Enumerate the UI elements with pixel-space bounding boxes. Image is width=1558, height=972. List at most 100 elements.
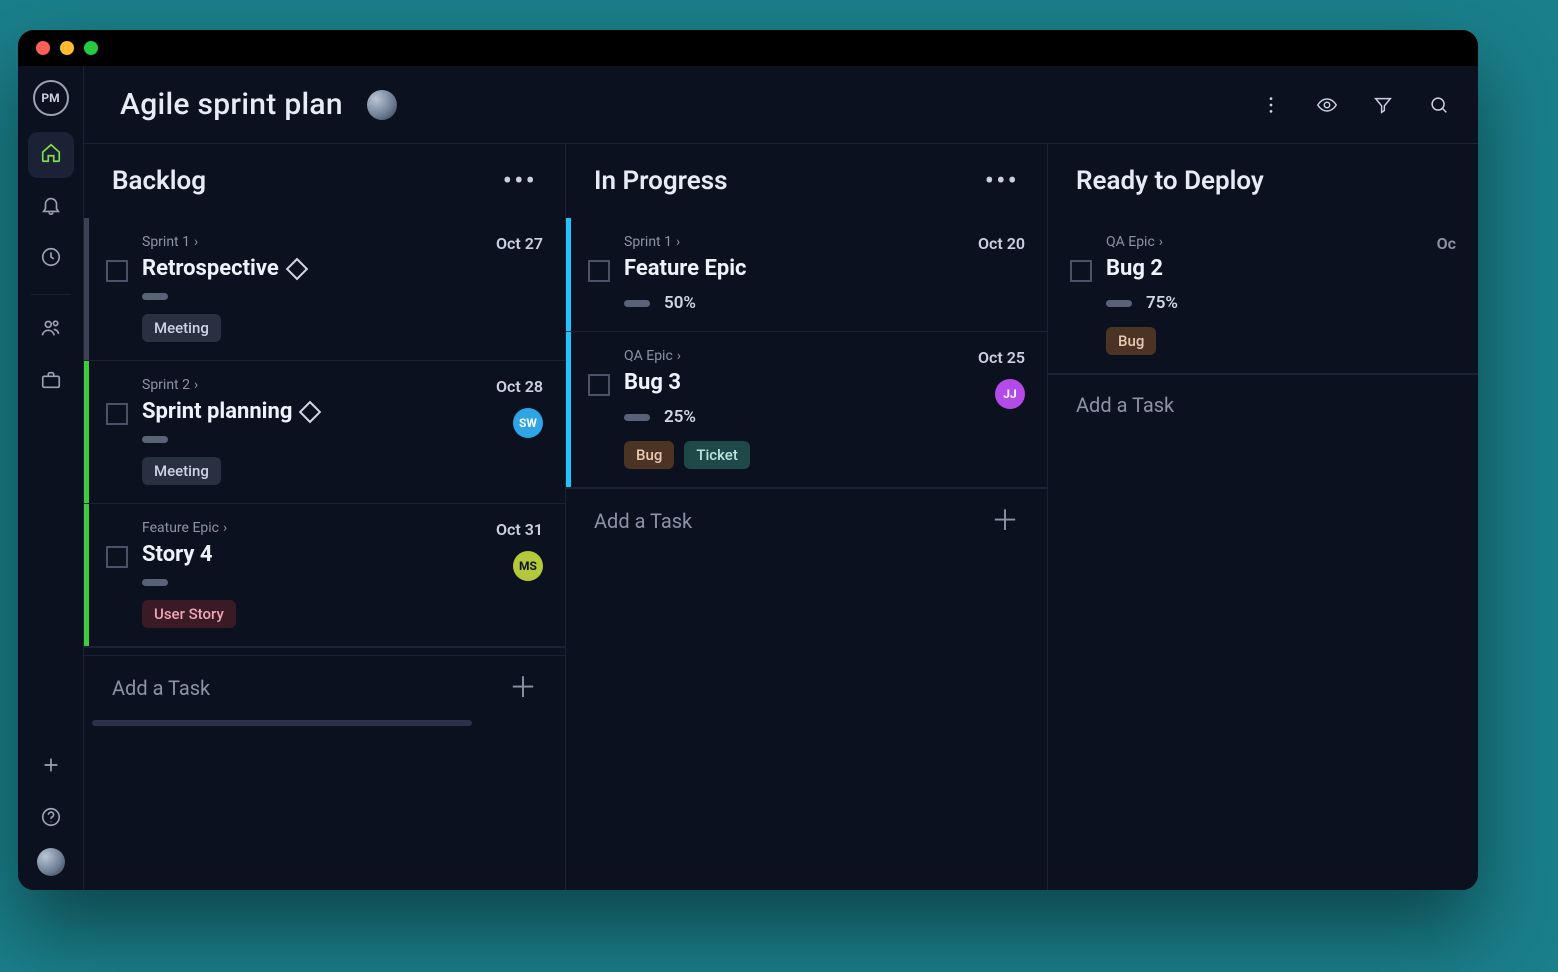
- task-date: Oct 25: [978, 348, 1025, 367]
- scrollbar-thumb[interactable]: [92, 720, 472, 726]
- breadcrumb-text: Sprint 2: [142, 377, 190, 393]
- chevron-right-icon: ›: [1159, 234, 1163, 250]
- card-right: Oct 25 JJ: [945, 348, 1025, 469]
- left-nav-rail: PM: [18, 66, 84, 890]
- task-checkbox[interactable]: [588, 374, 610, 396]
- column-title[interactable]: In Progress: [594, 166, 728, 196]
- app-logo[interactable]: PM: [33, 80, 69, 116]
- card-content: Sprint 2› Sprint planning: [142, 377, 449, 485]
- tag[interactable]: Meeting: [142, 314, 221, 342]
- filter-button[interactable]: [1372, 94, 1394, 116]
- progress-row: [142, 579, 449, 586]
- task-card[interactable]: QA Epic› Bug 2 75% Bug: [1048, 218, 1478, 374]
- task-breadcrumb[interactable]: Sprint 1›: [142, 234, 449, 250]
- assignee-avatar[interactable]: SW: [513, 408, 543, 438]
- task-date: Oct 31: [496, 520, 543, 539]
- task-title[interactable]: Retrospective: [142, 256, 279, 281]
- plus-icon: ＋: [509, 674, 537, 702]
- plus-icon: ＋: [991, 507, 1019, 535]
- task-checkbox[interactable]: [106, 260, 128, 282]
- task-title[interactable]: Story 4: [142, 542, 213, 567]
- nav-add[interactable]: [28, 744, 74, 790]
- title-row: Bug 3: [624, 370, 931, 395]
- task-card[interactable]: Sprint 2› Sprint planning: [84, 360, 565, 504]
- task-card[interactable]: Sprint 1› Feature Epic 50%: [566, 218, 1047, 332]
- card-right: Oc: [1376, 234, 1456, 355]
- clock-icon: [40, 246, 62, 272]
- card-content: Feature Epic› Story 4 User Story: [142, 520, 449, 628]
- column-body: Sprint 1› Feature Epic 50%: [566, 218, 1047, 890]
- nav-recent[interactable]: [28, 236, 74, 282]
- add-task-button[interactable]: Add a Task ＋: [566, 488, 1047, 553]
- column-backlog: Backlog ••• Sprint 1› Retrospective: [84, 144, 566, 890]
- window-zoom-button[interactable]: [84, 41, 98, 55]
- window-close-button[interactable]: [36, 41, 50, 55]
- tag[interactable]: Meeting: [142, 457, 221, 485]
- task-card[interactable]: QA Epic› Bug 3 25% Bug: [566, 331, 1047, 488]
- task-checkbox[interactable]: [588, 260, 610, 282]
- progress-row: [142, 293, 449, 300]
- card-right: Oct 20: [945, 234, 1025, 313]
- tag[interactable]: User Story: [142, 600, 236, 628]
- task-title[interactable]: Bug 3: [624, 370, 681, 395]
- task-date: Oct 28: [496, 377, 543, 396]
- assignee-avatar[interactable]: JJ: [995, 379, 1025, 409]
- task-date: Oct 27: [496, 234, 543, 253]
- task-checkbox[interactable]: [1070, 260, 1092, 282]
- tag[interactable]: Bug: [1106, 327, 1156, 355]
- header-actions: [1260, 94, 1450, 116]
- board-title[interactable]: Agile sprint plan: [120, 87, 343, 122]
- column-title[interactable]: Ready to Deploy: [1076, 166, 1264, 196]
- nav-projects[interactable]: [28, 359, 74, 405]
- current-user-avatar[interactable]: [37, 848, 65, 876]
- kebab-icon: [1260, 101, 1282, 120]
- progress-bar: [624, 300, 650, 307]
- task-card[interactable]: Feature Epic› Story 4 User Story: [84, 503, 565, 647]
- breadcrumb-text: Sprint 1: [624, 234, 672, 250]
- column-header: In Progress •••: [566, 144, 1047, 218]
- task-checkbox[interactable]: [106, 546, 128, 568]
- title-row: Story 4: [142, 542, 449, 567]
- task-card[interactable]: Sprint 1› Retrospective: [84, 218, 565, 361]
- kanban-board: Backlog ••• Sprint 1› Retrospective: [84, 144, 1478, 890]
- add-task-button[interactable]: Add a Task ＋: [84, 655, 565, 720]
- window-minimize-button[interactable]: [60, 41, 74, 55]
- plus-icon: [40, 754, 62, 780]
- more-menu[interactable]: [1260, 94, 1282, 116]
- add-task-label: Add a Task: [594, 509, 692, 533]
- task-title[interactable]: Feature Epic: [624, 256, 747, 281]
- nav-home[interactable]: [28, 132, 74, 178]
- task-date: Oct 20: [978, 234, 1025, 253]
- assignee-avatar[interactable]: MS: [513, 551, 543, 581]
- progress-percent: 75%: [1146, 293, 1178, 313]
- board-owner-avatar[interactable]: [367, 90, 397, 120]
- tag[interactable]: Bug: [624, 441, 674, 469]
- task-checkbox[interactable]: [106, 403, 128, 425]
- people-icon: [40, 317, 62, 343]
- breadcrumb-text: Feature Epic: [142, 520, 219, 536]
- card-content: QA Epic› Bug 2 75% Bug: [1106, 234, 1362, 355]
- nav-people[interactable]: [28, 307, 74, 353]
- add-task-label: Add a Task: [112, 676, 210, 700]
- tag[interactable]: Ticket: [684, 441, 750, 469]
- add-task-button[interactable]: Add a Task: [1048, 374, 1478, 435]
- task-breadcrumb[interactable]: Feature Epic›: [142, 520, 449, 536]
- task-title[interactable]: Sprint planning: [142, 399, 292, 424]
- eye-icon: [1316, 101, 1338, 120]
- task-breadcrumb[interactable]: QA Epic›: [1106, 234, 1362, 250]
- task-breadcrumb[interactable]: Sprint 2›: [142, 377, 449, 393]
- task-title[interactable]: Bug 2: [1106, 256, 1163, 281]
- progress-bar: [142, 293, 168, 300]
- bell-icon: [40, 194, 62, 220]
- milestone-icon: [299, 400, 322, 423]
- column-title[interactable]: Backlog: [112, 166, 206, 196]
- horizontal-scrollbar[interactable]: [84, 720, 565, 730]
- progress-row: 75%: [1106, 293, 1362, 313]
- nav-notifications[interactable]: [28, 184, 74, 230]
- visibility-toggle[interactable]: [1316, 94, 1338, 116]
- task-breadcrumb[interactable]: QA Epic›: [624, 348, 931, 364]
- task-breadcrumb[interactable]: Sprint 1›: [624, 234, 931, 250]
- nav-help[interactable]: [28, 796, 74, 842]
- card-right: Oct 31 MS: [463, 520, 543, 628]
- search-button[interactable]: [1428, 94, 1450, 116]
